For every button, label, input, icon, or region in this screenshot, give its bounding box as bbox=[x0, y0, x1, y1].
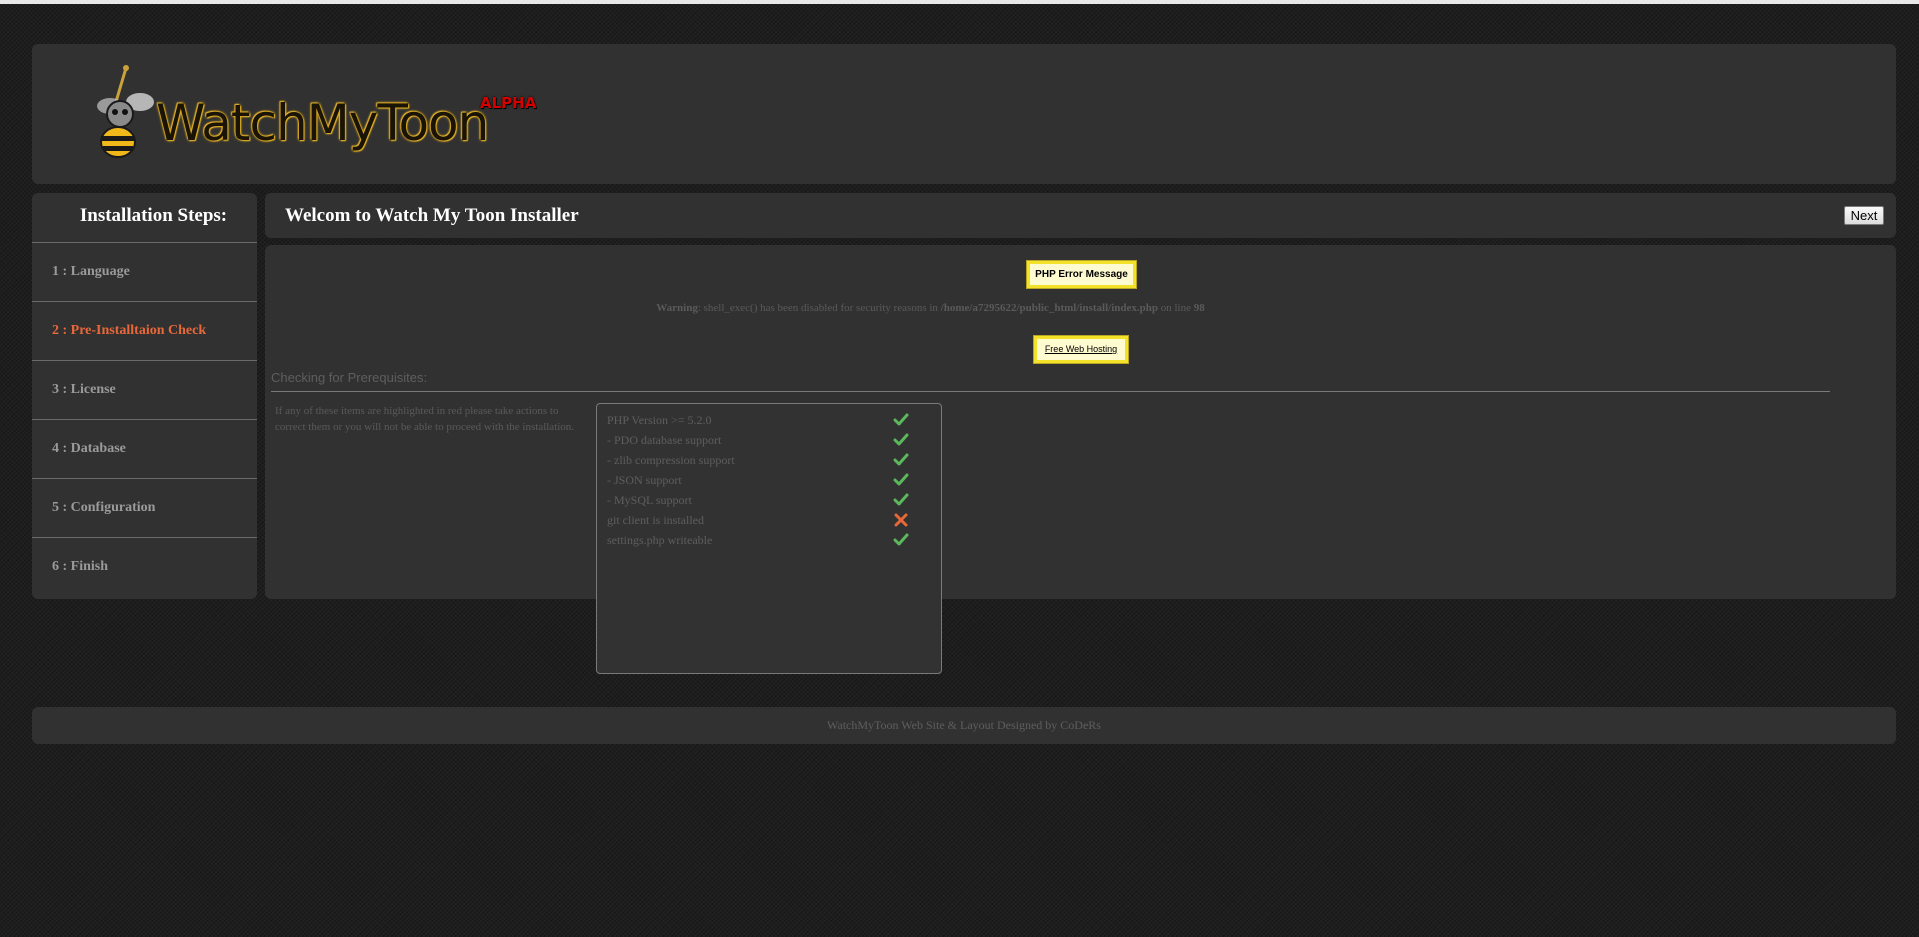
check-row-git-client: git client is installed bbox=[607, 511, 908, 531]
browser-top-edge bbox=[0, 0, 1919, 4]
check-label: PHP Version >= 5.2.0 bbox=[607, 413, 712, 427]
step-configuration[interactable]: 5 : Configuration bbox=[32, 478, 257, 537]
check-row-json: - JSON support bbox=[607, 471, 909, 491]
check-label: settings.php writeable bbox=[607, 533, 713, 547]
bee-mascot-icon bbox=[97, 65, 154, 158]
prerequisites-instructions: If any of these items are highlighted in… bbox=[275, 405, 575, 433]
check-label: git client is installed bbox=[607, 513, 704, 527]
check-label: - JSON support bbox=[607, 473, 682, 487]
check-label: - zlib compression support bbox=[607, 453, 735, 467]
check-row-pdo: - PDO database support bbox=[607, 431, 909, 451]
main-content: PHP Error Message Warning: shell_exec() … bbox=[265, 245, 1896, 674]
check-row-php-version: PHP Version >= 5.2.0 bbox=[607, 411, 909, 431]
check-label: - MySQL support bbox=[607, 493, 692, 507]
check-pass-icon bbox=[893, 433, 909, 446]
steps-list: 1 : Language 2 : Pre-Installtaion Check … bbox=[32, 242, 257, 596]
site-logo[interactable]: WatchMyToon ALPHA bbox=[88, 62, 538, 166]
page-title: Welcom to Watch My Toon Installer bbox=[285, 205, 579, 226]
check-row-zlib: - zlib compression support bbox=[607, 451, 909, 471]
check-fail-icon bbox=[894, 513, 908, 527]
warning-message: : shell_exec() has been disabled for sec… bbox=[697, 302, 941, 314]
check-pass-icon bbox=[893, 493, 909, 506]
step-finish[interactable]: 6 : Finish bbox=[32, 537, 257, 596]
check-pass-icon bbox=[893, 413, 909, 426]
check-pass-icon bbox=[893, 533, 909, 546]
warning-line-number: 98 bbox=[1193, 302, 1205, 314]
check-pass-icon bbox=[893, 473, 909, 486]
sidebar-title: Installation Steps: bbox=[79, 205, 228, 226]
footer-credit: WatchMyToon Web Site & Layout Designed b… bbox=[827, 718, 1101, 732]
check-row-settings-writeable: settings.php writeable bbox=[607, 531, 909, 551]
prerequisites-checklist: PHP Version >= 5.2.0 - PDO database supp… bbox=[596, 403, 942, 674]
php-warning-text: Warning: shell_exec() has been disabled … bbox=[265, 302, 1596, 314]
step-pre-installation-check[interactable]: 2 : Pre-Installtaion Check bbox=[32, 301, 257, 360]
step-database[interactable]: 4 : Database bbox=[32, 419, 257, 478]
php-error-message-button[interactable]: PHP Error Message bbox=[1026, 260, 1137, 289]
free-web-hosting-link[interactable]: Free Web Hosting bbox=[1033, 335, 1129, 364]
page-title-bar: Welcom to Watch My Toon Installer Next bbox=[265, 193, 1896, 238]
warning-file-path: /home/a7295622/public_html/install/index… bbox=[940, 302, 1158, 314]
section-divider bbox=[271, 391, 1830, 392]
warning-label: Warning bbox=[656, 302, 698, 314]
next-button[interactable]: Next bbox=[1844, 206, 1884, 225]
step-license[interactable]: 3 : License bbox=[32, 360, 257, 419]
check-row-mysql: - MySQL support bbox=[607, 491, 909, 511]
check-label: - PDO database support bbox=[607, 433, 722, 447]
logo-wordmark: WatchMyToon bbox=[156, 94, 489, 152]
check-pass-icon bbox=[893, 453, 909, 466]
prerequisites-heading: Checking for Prerequisites: bbox=[271, 370, 428, 385]
alpha-badge: ALPHA bbox=[480, 94, 537, 112]
site-footer: WatchMyToon Web Site & Layout Designed b… bbox=[32, 707, 1896, 744]
installation-steps-sidebar: Installation Steps: 1 : Language 2 : Pre… bbox=[32, 193, 257, 599]
warning-line-text: on line bbox=[1157, 302, 1194, 314]
step-language[interactable]: 1 : Language bbox=[32, 242, 257, 301]
